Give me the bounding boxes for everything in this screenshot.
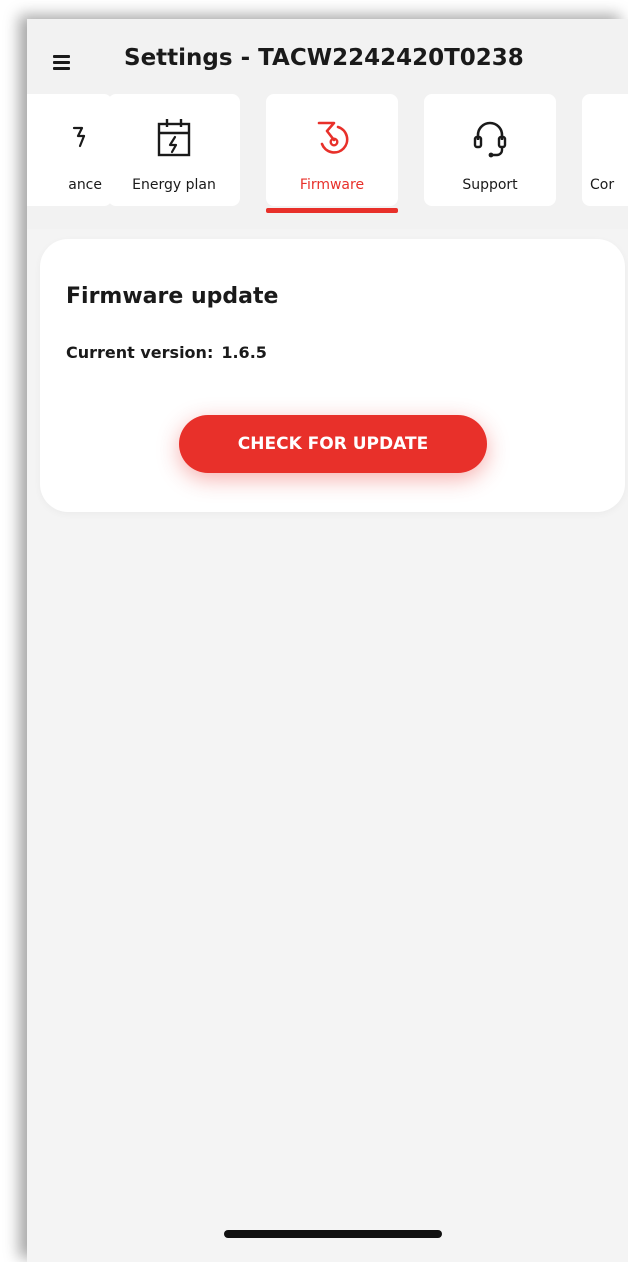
version-value: 1.6.5 — [221, 343, 267, 362]
page-title: Settings - TACW2242420T0238 — [124, 45, 524, 71]
tab-energy-plan-label: Energy plan — [132, 177, 216, 193]
check-for-update-button[interactable]: CHECK FOR UPDATE — [179, 415, 487, 473]
version-label: Current version: — [66, 343, 214, 362]
tab-firmware[interactable]: Firmware — [266, 94, 398, 206]
home-indicator[interactable] — [224, 1230, 442, 1238]
tab-connection-label: Cor — [590, 177, 615, 193]
settings-tab-bar: ance Energy plan Firmware Support Cor — [27, 94, 628, 214]
card-title: Firmware update — [66, 284, 279, 309]
calendar-bolt-icon — [157, 119, 191, 157]
tab-maintenance-label: ance — [68, 177, 102, 193]
current-version: Current version: 1.6.5 — [66, 343, 267, 362]
tab-energy-plan[interactable]: Energy plan — [108, 94, 240, 206]
active-tab-indicator — [266, 208, 398, 213]
firmware-update-card: Firmware update Current version: 1.6.5 CH… — [40, 239, 625, 512]
maintenance-icon — [72, 126, 86, 148]
tab-connection[interactable]: Cor — [582, 94, 628, 206]
tab-firmware-label: Firmware — [299, 177, 365, 193]
tab-support-label: Support — [462, 177, 518, 193]
hamburger-menu-icon[interactable] — [53, 53, 75, 71]
headset-icon — [473, 121, 507, 158]
tab-maintenance[interactable]: ance — [27, 94, 112, 206]
tab-support[interactable]: Support — [424, 94, 556, 206]
app-screen: Settings - TACW2242420T0238 ance Energy … — [27, 19, 628, 1262]
firmware-update-icon — [317, 121, 349, 154]
settings-header: Settings - TACW2242420T0238 ance Energy … — [27, 19, 628, 229]
